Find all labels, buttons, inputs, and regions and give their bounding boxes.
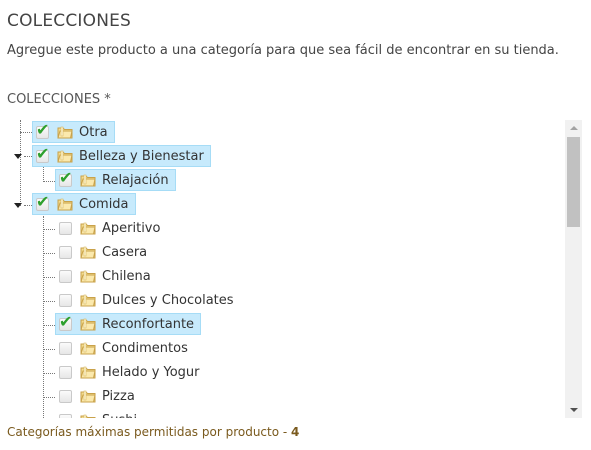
folder-icon: [57, 126, 73, 139]
section-description: Agregue este producto a una categoría pa…: [7, 43, 559, 58]
tree-node[interactable]: ✔ Relajación: [55, 169, 176, 191]
tree-connector: [43, 373, 55, 374]
tree-connector: [43, 325, 55, 326]
folder-icon: [80, 366, 96, 379]
scroll-up-arrow-icon[interactable]: [565, 120, 582, 137]
tree-connector: [43, 301, 55, 302]
tree-node[interactable]: ✔ Comida: [32, 193, 136, 215]
max-categories-text: Categorías máximas permitidas por produc…: [7, 425, 292, 439]
folder-icon: [80, 246, 96, 259]
tree-node-label[interactable]: Reconfortante: [102, 317, 194, 332]
tree-node-label[interactable]: Helado y Yogur: [102, 365, 200, 380]
folder-icon: [80, 390, 96, 403]
tree-node[interactable]: Helado y Yogur: [55, 361, 207, 383]
tree-node[interactable]: Chilena: [55, 265, 158, 287]
tree-node[interactable]: Pizza: [55, 385, 142, 407]
tree-connector: [43, 166, 44, 182]
tree-node-label[interactable]: Pizza: [102, 389, 135, 404]
tree-node-label[interactable]: Casera: [102, 245, 147, 260]
tree-connector: [43, 229, 55, 230]
tree-node-anchor[interactable]: Chilena: [55, 265, 158, 287]
tree-scrollbar[interactable]: [565, 120, 582, 418]
tree-node-anchor[interactable]: ✔ Otra: [32, 121, 115, 143]
tree-node-label[interactable]: Comida: [79, 197, 129, 212]
category-checkbox[interactable]: ✔: [59, 313, 72, 331]
tree-node-anchor[interactable]: ✔ Comida: [32, 193, 136, 215]
tree-node[interactable]: ✔ Reconfortante: [55, 313, 202, 335]
max-categories-value: 4: [291, 425, 300, 439]
category-checkbox[interactable]: [59, 221, 72, 235]
tree-node-anchor[interactable]: ✔ Belleza y Bienestar: [32, 145, 211, 167]
folder-icon: [80, 222, 96, 235]
category-checkbox[interactable]: ✔: [36, 193, 49, 211]
tree-connector: [43, 349, 55, 350]
tree-node-anchor[interactable]: Casera: [55, 241, 154, 263]
tree-connector: [24, 156, 32, 157]
tree-node-label[interactable]: Belleza y Bienestar: [79, 149, 204, 164]
tree-node-label[interactable]: Chilena: [102, 269, 151, 284]
tree-node-anchor[interactable]: ✔ Reconfortante: [55, 313, 202, 335]
tree-connector: [43, 216, 44, 418]
folder-icon: [80, 270, 96, 283]
folder-icon: [80, 342, 96, 355]
tree-connector: [43, 397, 55, 398]
tree-node-label[interactable]: Condimentos: [102, 341, 188, 356]
tree-node-anchor[interactable]: Helado y Yogur: [55, 361, 207, 383]
tree-node-label[interactable]: Otra: [79, 125, 108, 140]
tree-connector: [20, 132, 32, 133]
folder-icon: [57, 198, 73, 211]
category-checkbox[interactable]: [59, 293, 72, 307]
category-checkbox[interactable]: ✔: [36, 121, 49, 139]
expand-arrow-icon[interactable]: [14, 154, 22, 159]
page-title: COLECCIONES: [7, 11, 132, 31]
max-categories-note: Categorías máximas permitidas por produc…: [7, 425, 299, 439]
checkmark-icon: ✔: [59, 167, 73, 187]
tree-connector: [43, 181, 55, 182]
tree-node[interactable]: Aperitivo: [55, 217, 167, 239]
category-checkbox[interactable]: [59, 341, 72, 355]
scrollbar-thumb[interactable]: [567, 137, 580, 227]
folder-icon: [80, 318, 96, 331]
collections-tree: ✔ Otra ✔ Belleza y Bienestar ✔ Relajación ✔ Com…: [0, 120, 560, 418]
category-checkbox[interactable]: [59, 245, 72, 259]
checkmark-icon: ✔: [36, 143, 50, 163]
folder-icon: [80, 414, 96, 418]
tree-node[interactable]: ✔ Otra: [32, 121, 115, 143]
scroll-down-arrow-icon[interactable]: [565, 401, 582, 418]
tree-node[interactable]: Condimentos: [55, 337, 195, 359]
tree-node-anchor[interactable]: Condimentos: [55, 337, 195, 359]
tree-connector: [24, 205, 32, 206]
category-checkbox[interactable]: [59, 389, 72, 403]
checkmark-icon: ✔: [36, 191, 50, 211]
collections-tree-panel: ✔ Otra ✔ Belleza y Bienestar ✔ Relajación ✔ Com…: [0, 120, 582, 418]
tree-node[interactable]: ✔ Belleza y Bienestar: [32, 145, 211, 167]
collections-field-label: COLECCIONES *: [7, 92, 111, 107]
tree-node-anchor[interactable]: ✔ Relajación: [55, 169, 176, 191]
folder-icon: [80, 174, 96, 187]
category-checkbox[interactable]: [59, 413, 72, 418]
category-checkbox[interactable]: [59, 269, 72, 283]
tree-node[interactable]: Casera: [55, 241, 154, 263]
folder-icon: [57, 150, 73, 163]
category-checkbox[interactable]: [59, 365, 72, 379]
checkmark-icon: ✔: [59, 311, 73, 331]
checkmark-icon: ✔: [36, 120, 50, 139]
expand-arrow-icon[interactable]: [14, 203, 22, 208]
category-checkbox[interactable]: ✔: [36, 145, 49, 163]
tree-node[interactable]: Dulces y Chocolates: [55, 289, 241, 311]
tree-node[interactable]: Sushi: [55, 409, 144, 418]
tree-node-anchor[interactable]: Aperitivo: [55, 217, 167, 239]
tree-node-label[interactable]: Relajación: [102, 173, 169, 188]
tree-node-anchor[interactable]: Dulces y Chocolates: [55, 289, 241, 311]
tree-connector: [43, 253, 55, 254]
tree-node-anchor[interactable]: Sushi: [55, 409, 144, 418]
tree-node-label[interactable]: Dulces y Chocolates: [102, 293, 234, 308]
category-checkbox[interactable]: ✔: [59, 169, 72, 187]
tree-node-label[interactable]: Aperitivo: [102, 221, 160, 236]
tree-connector: [43, 277, 55, 278]
folder-icon: [80, 294, 96, 307]
tree-node-anchor[interactable]: Pizza: [55, 385, 142, 407]
tree-node-label[interactable]: Sushi: [102, 413, 137, 419]
